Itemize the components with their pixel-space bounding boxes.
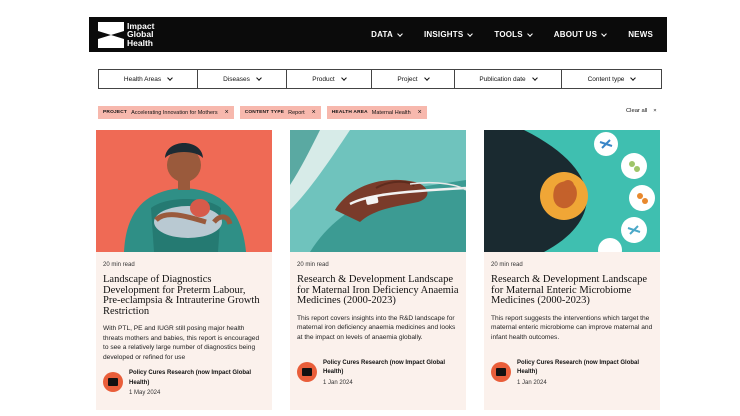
tag-value: Maternal Health — [371, 109, 411, 116]
filter-label: Project — [397, 75, 418, 83]
chevron-down-icon — [531, 75, 538, 81]
card-author: Policy Cures Research (now Impact Global… — [297, 359, 459, 386]
filter-label: Product — [312, 75, 335, 83]
nav-item-data[interactable]: DATA — [371, 30, 403, 39]
report-card[interactable]: 20 min read Research & Development Lands… — [290, 130, 466, 410]
card-title[interactable]: Research & Development Landscape for Mat… — [297, 274, 459, 307]
publish-date: 1 Jan 2024 — [517, 379, 547, 386]
chevron-down-icon — [167, 75, 173, 81]
filter-publication-date[interactable]: Publication date — [455, 70, 562, 88]
nav-item-tools[interactable]: TOOLS — [494, 30, 533, 39]
logo-mark-icon — [98, 21, 124, 48]
tag-health-area[interactable]: HEALTH AREA Maternal Health × — [326, 106, 427, 119]
publish-date: 1 May 2024 — [129, 390, 161, 397]
author-avatar — [491, 361, 511, 382]
author-avatar — [297, 361, 317, 382]
filter-health-areas[interactable]: Health Areas — [99, 70, 198, 88]
author-name: Policy Cures Research (now Impact Global… — [129, 370, 252, 386]
avatar-mark-icon — [302, 367, 312, 376]
card-illustration-iv-drip — [290, 130, 466, 252]
nav-label: ABOUT US — [553, 30, 598, 39]
filter-label: Diseases — [223, 75, 250, 83]
chevron-down-icon — [340, 75, 347, 81]
tag-value: Accelerating Innovation for Mothers — [131, 109, 218, 116]
avatar-mark-icon — [108, 378, 118, 387]
card-title[interactable]: Research & Development Landscape for Mat… — [491, 274, 653, 307]
chevron-down-icon — [423, 75, 430, 81]
filter-product[interactable]: Product — [287, 70, 372, 88]
read-time: 20 min read — [491, 262, 523, 268]
card-description: This report covers insights into the R&D… — [297, 314, 456, 341]
filter-project[interactable]: Project — [372, 70, 455, 88]
publish-date: 1 Jan 2024 — [323, 379, 353, 386]
chevron-down-icon — [467, 30, 474, 37]
report-card[interactable]: 20 min read Research & Development Lands… — [484, 130, 660, 410]
close-icon[interactable]: × — [312, 109, 316, 116]
filter-content-type[interactable]: Content type — [562, 70, 661, 88]
chevron-down-icon — [630, 75, 637, 81]
tag-key: CONTENT TYPE — [244, 110, 285, 115]
close-icon[interactable]: × — [225, 109, 229, 116]
tag-value: Report — [288, 109, 305, 116]
read-time: 20 min read — [103, 262, 135, 268]
filter-label: Health Areas — [123, 75, 162, 83]
nav-item-about-us[interactable]: ABOUT US — [553, 30, 608, 39]
author-avatar — [103, 372, 123, 393]
site-logo[interactable]: Impact Global Health — [98, 21, 154, 48]
report-card[interactable]: 20 min read Landscape of Diagnostics Dev… — [96, 130, 272, 410]
filter-diseases[interactable]: Diseases — [198, 70, 287, 88]
nav-item-insights[interactable]: INSIGHTS — [423, 30, 474, 39]
read-time: 20 min read — [297, 262, 329, 268]
card-author: Policy Cures Research (now Impact Global… — [491, 359, 653, 386]
tag-key: HEALTH AREA — [331, 110, 368, 115]
filter-label: Content type — [587, 75, 625, 83]
card-title[interactable]: Landscape of Diagnostics Development for… — [103, 274, 265, 317]
tag-key: PROJECT — [103, 110, 128, 115]
card-illustration-microbiome — [484, 130, 660, 252]
close-icon[interactable]: × — [418, 109, 422, 116]
nav-label: TOOLS — [494, 30, 523, 39]
active-filter-tags: PROJECT Accelerating Innovation for Mothe… — [98, 106, 427, 119]
card-illustration-mother-baby — [96, 130, 272, 252]
filter-bar: Health Areas Diseases Product Project Pu… — [98, 69, 662, 89]
main-nav: DATA INSIGHTS TOOLS ABOUT US NEWS — [371, 17, 653, 52]
card-description: With PTL, PE and IUGR still posing major… — [103, 325, 260, 361]
logo-wordmark: Impact Global Health — [127, 22, 154, 48]
card-description: This report suggests the interventions w… — [491, 314, 653, 341]
author-name: Policy Cures Research (now Impact Global… — [323, 359, 446, 376]
chevron-down-icon — [397, 30, 403, 37]
chevron-down-icon — [601, 30, 608, 37]
logo-line: Health — [127, 37, 153, 48]
author-name: Policy Cures Research (now Impact Global… — [517, 359, 640, 376]
nav-item-news[interactable]: NEWS — [628, 30, 653, 39]
nav-label: NEWS — [628, 30, 653, 39]
filter-label: Publication date — [479, 75, 526, 83]
card-author: Policy Cures Research (now Impact Global… — [103, 369, 265, 396]
chevron-down-icon — [256, 75, 262, 81]
avatar-mark-icon — [496, 367, 506, 376]
nav-label: DATA — [371, 30, 393, 39]
site-header: Impact Global Health DATA INSIGHTS TOOLS… — [89, 17, 667, 52]
clear-all-button[interactable]: Clear all × — [626, 108, 657, 114]
tag-project[interactable]: PROJECT Accelerating Innovation for Mothe… — [98, 106, 234, 119]
clear-all-label: Clear all — [626, 108, 648, 114]
nav-label: INSIGHTS — [423, 30, 464, 39]
tag-content-type[interactable]: CONTENT TYPE Report × — [239, 106, 321, 119]
chevron-down-icon — [526, 30, 533, 37]
close-icon: × — [653, 108, 657, 114]
